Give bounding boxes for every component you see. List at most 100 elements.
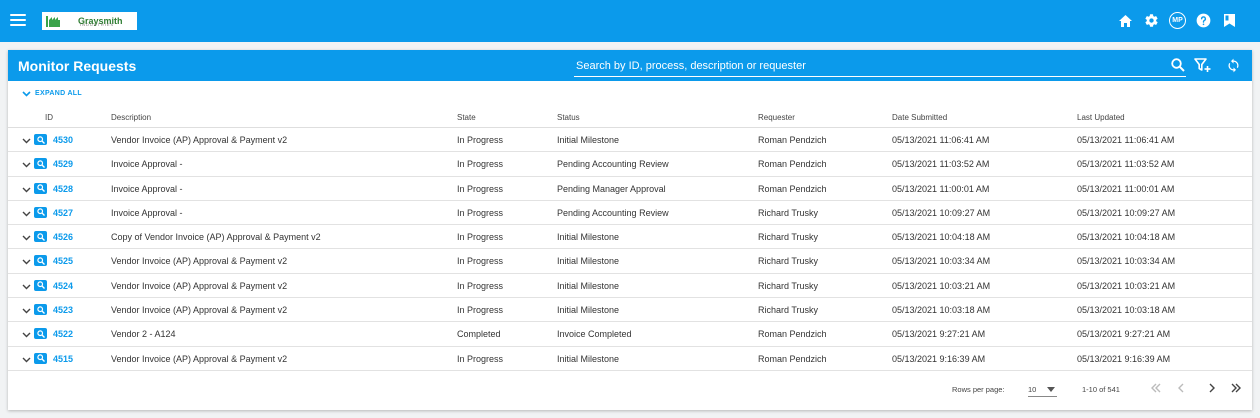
column-header-date-submitted[interactable]: Date Submitted [892, 113, 947, 122]
bookmark-icon[interactable] [1221, 12, 1238, 29]
expand-row-chevron-icon[interactable] [22, 282, 31, 292]
search-icon[interactable] [1171, 58, 1185, 77]
cell-state: In Progress [457, 305, 504, 316]
monitor-requests-card: Monitor Requests EXPAND ALL ID Descripti… [8, 50, 1252, 410]
factory-logo-icon [46, 16, 60, 27]
request-id-link[interactable]: 4524 [53, 281, 73, 291]
gear-icon[interactable] [1143, 12, 1160, 29]
expand-row-chevron-icon[interactable] [22, 355, 31, 365]
company-logo[interactable]: Graysmith INDUSTRIES [42, 12, 137, 30]
cell-state: In Progress [457, 256, 504, 267]
table-row[interactable]: 4529 Invoice Approval - In Progress Pending… [8, 152, 1252, 177]
request-id-link[interactable]: 4523 [53, 305, 73, 315]
view-details-search-icon[interactable] [34, 231, 47, 243]
cell-last-updated: 05/13/2021 10:09:27 AM [1077, 207, 1176, 218]
table-row[interactable]: 4523 Vendor Invoice (AP) Approval & Payme… [8, 298, 1252, 323]
search-input[interactable] [574, 55, 1186, 77]
view-details-search-icon[interactable] [34, 182, 47, 194]
expand-row-chevron-icon[interactable] [22, 160, 31, 170]
cell-date-submitted: 05/13/2021 10:09:27 AM [892, 207, 991, 218]
request-id-link[interactable]: 4522 [53, 329, 73, 339]
expand-row-chevron-icon[interactable] [22, 185, 31, 195]
request-id-link[interactable]: 4529 [53, 159, 73, 169]
cell-requester: Roman Pendzich [758, 353, 827, 364]
view-details-search-icon[interactable] [34, 206, 47, 218]
cell-status: Initial Milestone [557, 256, 620, 267]
column-header-description[interactable]: Description [111, 113, 151, 122]
table-row[interactable]: 4515 Vendor Invoice (AP) Approval & Payme… [8, 347, 1252, 371]
table-row[interactable]: 4528 Invoice Approval - In Progress Pending… [8, 177, 1252, 201]
first-page-icon[interactable] [1150, 382, 1162, 396]
column-header-requester[interactable]: Requester [758, 113, 795, 122]
cell-date-submitted: 05/13/2021 9:27:21 AM [892, 329, 986, 340]
cell-status: Pending Accounting Review [557, 207, 669, 218]
table-row[interactable]: 4525 Vendor Invoice (AP) Approval & Payme… [8, 249, 1252, 274]
expand-all-button[interactable]: EXPAND ALL [22, 90, 82, 97]
cell-description: Invoice Approval - [111, 183, 183, 194]
expand-row-chevron-icon[interactable] [22, 330, 31, 340]
cell-description: Invoice Approval - [111, 207, 183, 218]
expand-row-chevron-icon[interactable] [22, 233, 31, 243]
cell-requester: Richard Trusky [758, 207, 819, 218]
expand-row-chevron-icon[interactable] [22, 306, 31, 316]
cell-requester: Roman Pendzich [758, 135, 827, 145]
page-range-text: 1-10 of 541 [1082, 385, 1120, 394]
column-header-state[interactable]: State [457, 113, 476, 122]
cell-status: Initial Milestone [557, 135, 620, 145]
cell-state: In Progress [457, 280, 504, 291]
view-details-search-icon[interactable] [34, 255, 47, 267]
last-page-icon[interactable] [1230, 382, 1242, 396]
table-row[interactable]: 4527 Invoice Approval - In Progress Pending… [8, 201, 1252, 226]
column-header-id[interactable]: ID [45, 113, 53, 122]
request-id-link[interactable]: 4526 [53, 232, 73, 242]
home-icon[interactable] [1117, 12, 1134, 29]
user-avatar[interactable]: MP [1169, 12, 1186, 29]
column-header-status[interactable]: Status [557, 113, 580, 122]
cell-description: Vendor Invoice (AP) Approval & Payment v… [111, 280, 288, 291]
expand-row-chevron-icon[interactable] [22, 209, 31, 219]
filter-add-icon[interactable] [1194, 57, 1211, 78]
cell-last-updated: 05/13/2021 10:03:21 AM [1077, 280, 1176, 291]
cell-requester: Roman Pendzich [758, 159, 827, 170]
top-app-bar: Graysmith INDUSTRIES MP [0, 0, 1260, 42]
previous-page-icon[interactable] [1175, 382, 1187, 396]
request-id-link[interactable]: 4530 [53, 135, 73, 145]
cell-description: Invoice Approval - [111, 159, 183, 170]
cell-date-submitted: 05/13/2021 11:06:41 AM [892, 135, 990, 145]
view-details-search-icon[interactable] [34, 134, 47, 145]
view-details-search-icon[interactable] [34, 352, 47, 364]
view-details-search-icon[interactable] [34, 328, 47, 340]
column-header-last-updated[interactable]: Last Updated [1077, 113, 1125, 122]
cell-description: Vendor Invoice (AP) Approval & Payment v… [111, 135, 288, 145]
expand-row-chevron-icon[interactable] [22, 136, 31, 146]
request-id-link[interactable]: 4515 [53, 354, 73, 364]
cell-last-updated: 05/13/2021 10:03:34 AM [1077, 256, 1176, 267]
chevron-down-icon [22, 90, 31, 97]
request-id-link[interactable]: 4528 [53, 184, 73, 194]
cell-requester: Roman Pendzich [758, 183, 827, 194]
table-row[interactable]: 4526 Copy of Vendor Invoice (AP) Approval… [8, 225, 1252, 250]
view-details-search-icon[interactable] [34, 279, 47, 291]
cell-last-updated: 05/13/2021 11:03:52 AM [1077, 159, 1175, 170]
rows-per-page-select[interactable]: 10 [1028, 381, 1057, 397]
request-id-link[interactable]: 4525 [53, 256, 73, 266]
table-row[interactable]: 4524 Vendor Invoice (AP) Approval & Payme… [8, 274, 1252, 299]
view-details-search-icon[interactable] [34, 158, 47, 170]
cell-requester: Richard Trusky [758, 232, 819, 243]
cell-date-submitted: 05/13/2021 10:03:18 AM [892, 305, 991, 316]
refresh-icon[interactable] [1226, 58, 1241, 78]
cell-status: Pending Accounting Review [557, 159, 669, 170]
table-row[interactable]: 4522 Vendor 2 - A124 Completed Invoice Comp… [8, 322, 1252, 347]
next-page-icon[interactable] [1206, 382, 1218, 396]
dropdown-arrow-icon [1047, 387, 1055, 392]
table-row[interactable]: 4530 Vendor Invoice (AP) Approval & Payme… [8, 128, 1252, 153]
view-details-search-icon[interactable] [34, 304, 47, 316]
cell-date-submitted: 05/13/2021 10:03:21 AM [892, 280, 991, 291]
cell-description: Copy of Vendor Invoice (AP) Approval & P… [111, 232, 321, 243]
hamburger-menu-icon[interactable] [10, 12, 26, 30]
cell-last-updated: 05/13/2021 10:04:18 AM [1077, 232, 1176, 243]
request-id-link[interactable]: 4527 [53, 208, 73, 218]
help-icon[interactable] [1195, 12, 1212, 29]
expand-row-chevron-icon[interactable] [22, 257, 31, 267]
cell-requester: Richard Trusky [758, 280, 819, 291]
